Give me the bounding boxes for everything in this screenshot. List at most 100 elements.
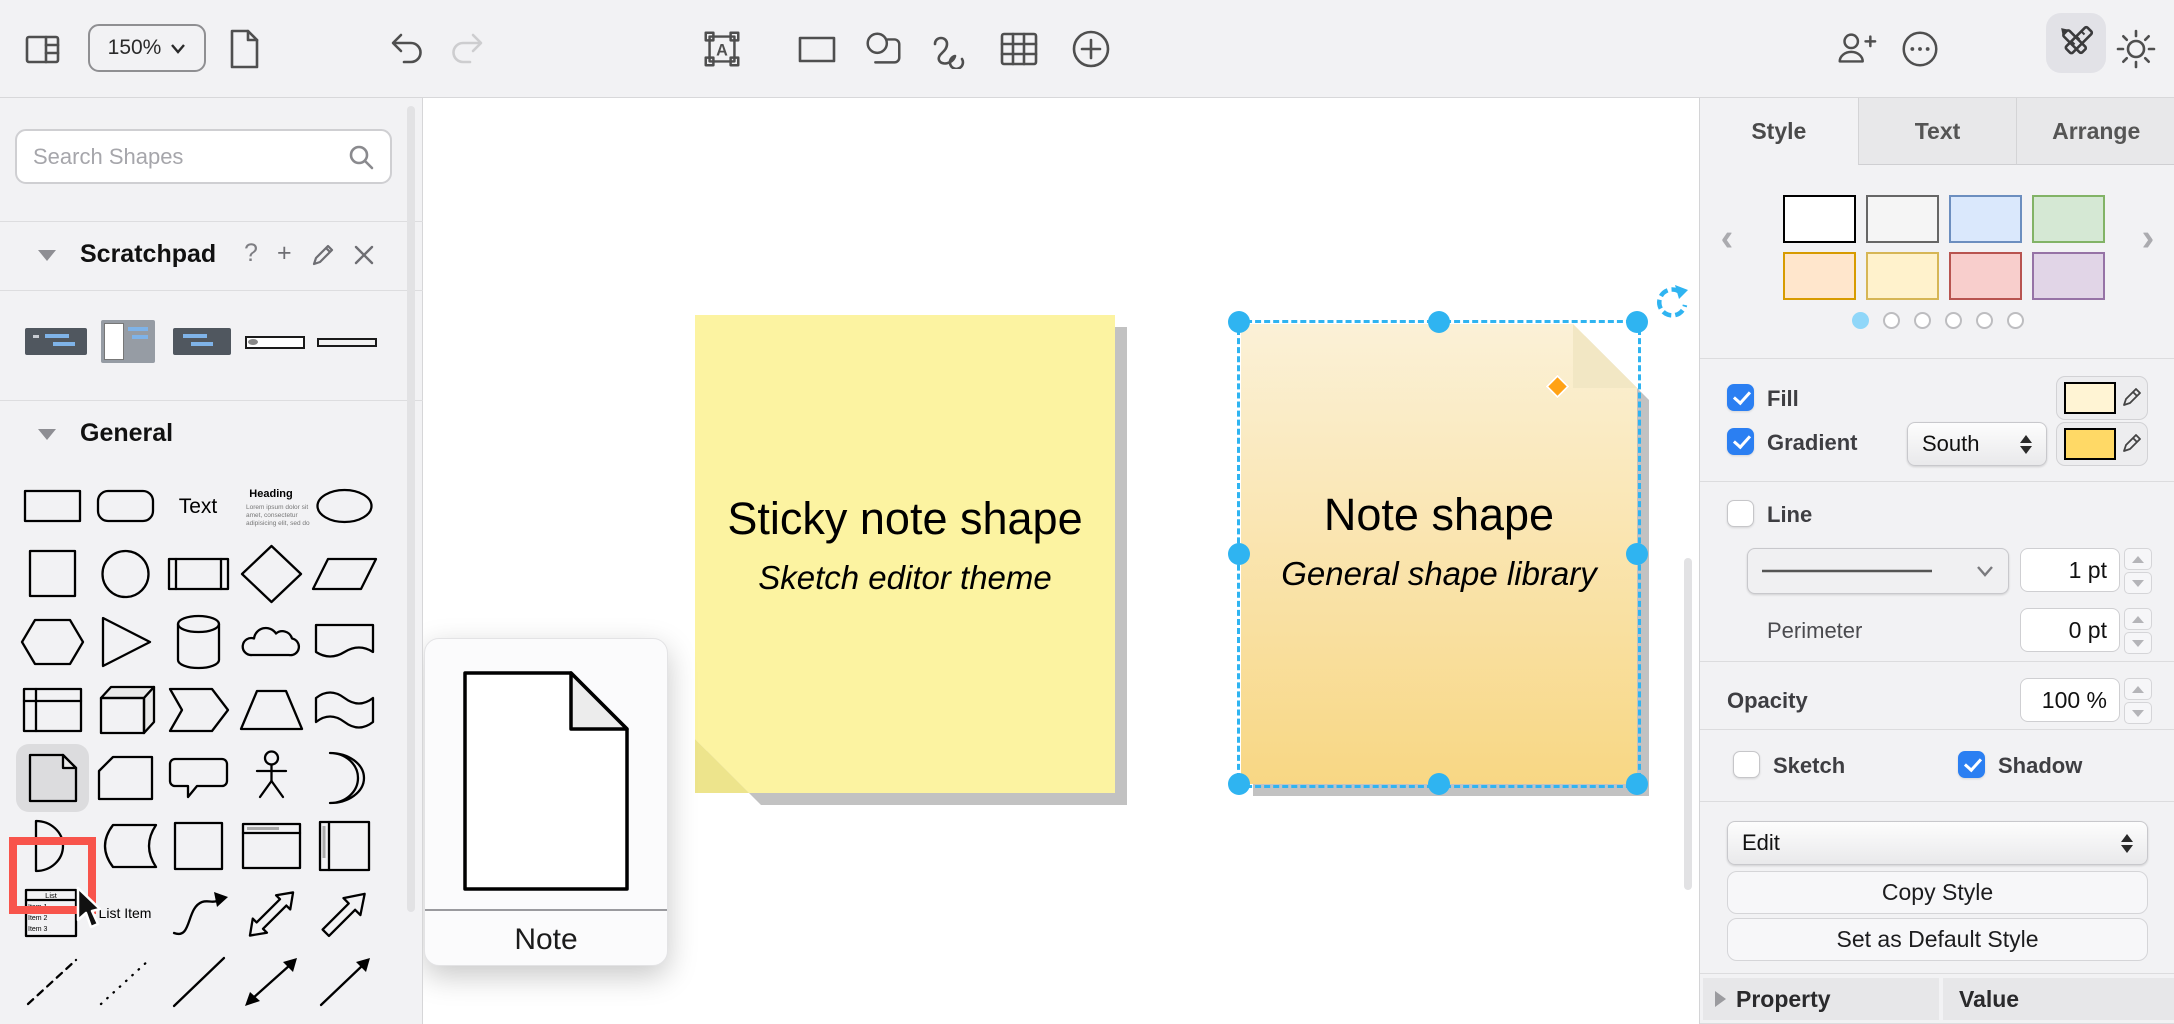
help-icon[interactable]: ? <box>244 239 258 268</box>
shape-diamond[interactable] <box>235 540 308 608</box>
copy-style-button[interactable]: Copy Style <box>1727 871 2148 914</box>
shape-ellipse[interactable] <box>308 472 381 540</box>
shape-dotted-line[interactable] <box>89 948 162 1016</box>
style-swatch[interactable] <box>2032 252 2105 300</box>
shape-parallelogram[interactable] <box>308 540 381 608</box>
shape-heading[interactable]: HeadingLorem ipsum dolor sitamet, consec… <box>235 472 308 540</box>
shape-cube[interactable] <box>89 676 162 744</box>
shape-document[interactable] <box>308 608 381 676</box>
style-swatch[interactable] <box>2032 195 2105 243</box>
sidebar-scrollbar[interactable] <box>407 106 415 912</box>
general-header[interactable]: General <box>0 401 423 469</box>
shape-cloud[interactable] <box>235 608 308 676</box>
swatch-prev-icon[interactable]: ‹ <box>1712 218 1742 258</box>
shape-directional-connector[interactable] <box>308 948 381 1016</box>
shadow-checkbox[interactable] <box>1958 751 1985 778</box>
invite-collaborator-icon[interactable] <box>1834 27 1878 71</box>
toggle-panel-icon[interactable] <box>20 27 64 71</box>
edit-style-select[interactable]: Edit <box>1727 821 2148 865</box>
scratchpad-item[interactable] <box>25 328 87 355</box>
shape-square[interactable] <box>16 540 89 608</box>
shape-triangle[interactable] <box>89 608 162 676</box>
pagination-dot[interactable] <box>1852 312 1869 329</box>
table-tool-icon[interactable] <box>997 27 1041 71</box>
resize-handle-w[interactable] <box>1228 543 1250 565</box>
shape-circle[interactable] <box>89 540 162 608</box>
perimeter-input[interactable]: 0 pt <box>2020 608 2120 652</box>
resize-handle-ne[interactable] <box>1626 311 1648 333</box>
property-header[interactable]: Property <box>1703 978 1939 1020</box>
shape-bidirectional-arrow[interactable] <box>235 880 308 948</box>
shape-bidirectional-connector[interactable] <box>235 948 308 1016</box>
pagination-dot[interactable] <box>1883 312 1900 329</box>
opacity-input[interactable]: 100 % <box>2020 678 2120 722</box>
resize-handle-nw[interactable] <box>1228 311 1250 333</box>
shape-and[interactable] <box>16 812 89 880</box>
more-options-icon[interactable] <box>1898 27 1942 71</box>
add-icon[interactable]: + <box>277 239 292 268</box>
shape-curve[interactable] <box>162 880 235 948</box>
shape-container[interactable] <box>162 812 235 880</box>
pagination-dot[interactable] <box>1945 312 1962 329</box>
shape-cylinder[interactable] <box>162 608 235 676</box>
style-swatch[interactable] <box>1783 195 1856 243</box>
style-swatch[interactable] <box>1949 195 2022 243</box>
scratchpad-header[interactable]: Scratchpad ? + <box>0 222 423 290</box>
shape-data-storage[interactable] <box>89 812 162 880</box>
shape-or[interactable] <box>308 744 381 812</box>
rotate-handle-icon[interactable] <box>1649 284 1689 324</box>
tab-arrange[interactable]: Arrange <box>2016 98 2174 165</box>
shape-rectangle[interactable] <box>16 472 89 540</box>
opacity-stepper[interactable] <box>2124 678 2152 724</box>
shape-arrow[interactable] <box>308 880 381 948</box>
gradient-color-button[interactable] <box>2056 422 2148 466</box>
resize-handle-sw[interactable] <box>1228 773 1250 795</box>
shape-tape[interactable] <box>308 676 381 744</box>
shape-rounded-rectangle[interactable] <box>89 472 162 540</box>
shape-tool-icon[interactable] <box>861 27 905 71</box>
sketch-theme-button[interactable] <box>2046 13 2106 73</box>
shape-trapezoid[interactable] <box>235 676 308 744</box>
resize-handle-n[interactable] <box>1428 311 1450 333</box>
edit-pencil-icon[interactable] <box>311 243 335 274</box>
rectangle-tool-icon[interactable] <box>795 27 839 71</box>
scratchpad-item[interactable] <box>101 320 155 363</box>
canvas-scrollbar[interactable] <box>1684 558 1692 890</box>
freehand-tool-icon[interactable] <box>928 27 972 71</box>
tab-text[interactable]: Text <box>1858 98 2017 165</box>
search-input[interactable] <box>33 144 348 170</box>
shape-actor[interactable] <box>235 744 308 812</box>
shape-step[interactable] <box>162 676 235 744</box>
style-swatch[interactable] <box>1949 252 2022 300</box>
shape-text[interactable]: Text <box>162 472 235 540</box>
pagination-dot[interactable] <box>1914 312 1931 329</box>
pagination-dot[interactable] <box>2007 312 2024 329</box>
line-width-input[interactable]: 1 pt <box>2020 548 2120 592</box>
scratchpad-item[interactable] <box>245 336 305 349</box>
close-icon[interactable] <box>352 243 376 274</box>
swatch-next-icon[interactable]: › <box>2133 218 2163 258</box>
shape-dashed-line[interactable] <box>16 948 89 1016</box>
sketch-checkbox[interactable] <box>1733 751 1760 778</box>
pagination-dot[interactable] <box>1976 312 1993 329</box>
appearance-icon[interactable] <box>2114 27 2158 71</box>
shape-line[interactable] <box>162 948 235 1016</box>
insert-icon[interactable] <box>1069 27 1113 71</box>
shape-note[interactable] <box>16 744 89 812</box>
scratchpad-item[interactable] <box>173 328 231 355</box>
zoom-dropdown[interactable]: 150% <box>88 24 206 72</box>
text-tool-icon[interactable]: A <box>700 27 744 71</box>
resize-handle-se[interactable] <box>1626 773 1648 795</box>
shape-search[interactable] <box>15 129 392 184</box>
perimeter-stepper[interactable] <box>2124 608 2152 654</box>
scratchpad-item[interactable] <box>317 338 377 347</box>
style-swatch[interactable] <box>1866 252 1939 300</box>
note-shape-selected[interactable]: Note shape General shape library <box>1241 324 1637 784</box>
drawing-canvas[interactable]: Sticky note shape Sketch editor theme <box>423 98 1699 1024</box>
fill-checkbox[interactable] <box>1727 384 1754 411</box>
redo-icon[interactable] <box>446 27 490 71</box>
shape-hexagon[interactable] <box>16 608 89 676</box>
tab-style[interactable]: Style <box>1700 98 1858 165</box>
shape-callout[interactable] <box>162 744 235 812</box>
shape-card[interactable] <box>89 744 162 812</box>
